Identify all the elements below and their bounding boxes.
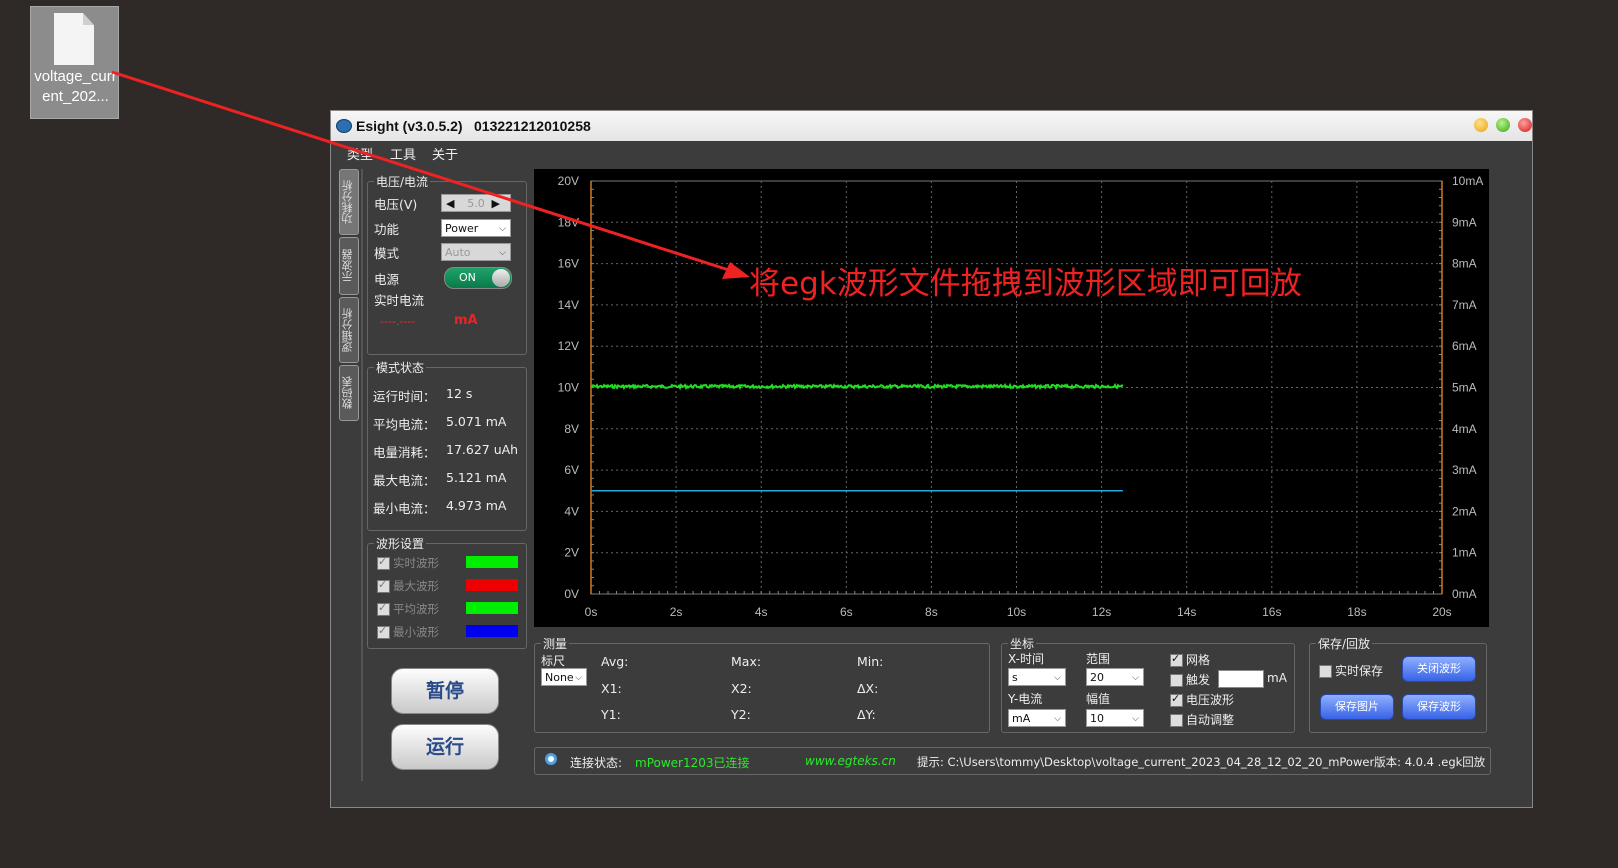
- arrow-head: [722, 262, 750, 279]
- annotation-arrow: [111, 70, 750, 279]
- arrow-line: [111, 70, 736, 274]
